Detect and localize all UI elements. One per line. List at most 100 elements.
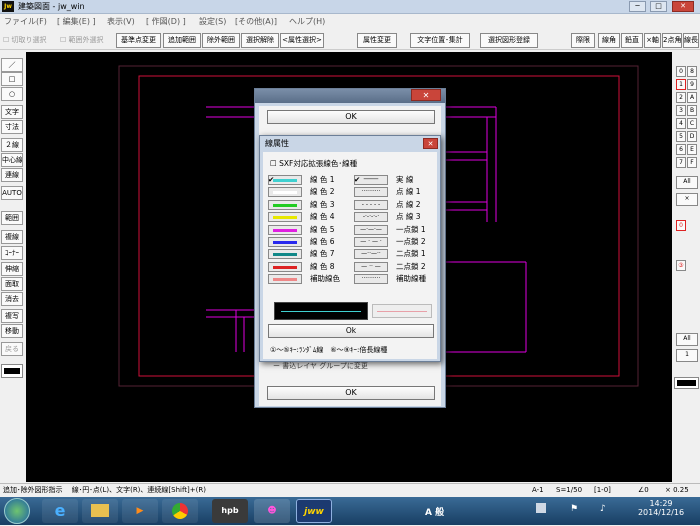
menu-edit[interactable]: [ 編集(E) ] <box>57 15 96 29</box>
tool-stretch[interactable]: 伸縮 <box>1 262 23 276</box>
layer-group-d[interactable]: D <box>687 131 697 142</box>
color-indicator[interactable] <box>674 377 699 389</box>
layer-group-7[interactable]: 7 <box>676 157 686 168</box>
line-color-option[interactable]: 線 色 6 <box>268 236 348 248</box>
tool-continuous-line[interactable]: 連線 <box>1 168 23 182</box>
line-color-option[interactable]: 線 色 8 <box>268 261 348 273</box>
layer-group-6[interactable]: 6 <box>676 144 686 155</box>
layer-group-5[interactable]: 5 <box>676 131 686 142</box>
layer-0[interactable]: 0 <box>676 220 686 231</box>
sxf-checkbox[interactable]: ☐ SXF対応拡張線色･線種 <box>270 158 357 170</box>
outer-ok-bottom-button[interactable]: OK <box>267 386 435 400</box>
checkbox-outside-select[interactable]: ☐ 範囲外選択 <box>60 30 104 50</box>
network-icon[interactable]: ⚑ <box>570 504 578 514</box>
tool-corner[interactable]: ｺｰﾅｰ <box>1 246 23 260</box>
start-button[interactable] <box>4 498 30 524</box>
tool-center-line[interactable]: 中心線 <box>1 153 23 167</box>
change-base-point-button[interactable]: 基準点変更 <box>116 33 161 48</box>
hpb-icon[interactable]: hpb <box>212 499 248 523</box>
maximize-button[interactable]: □ <box>650 1 667 12</box>
outer-dialog-close-button[interactable]: ✕ <box>411 89 441 101</box>
line-type-option[interactable]: —·—·— 一点鎖 1 <box>354 224 436 236</box>
layer-group-c[interactable]: C <box>687 118 697 129</box>
tool-two-point-angle[interactable]: 2点角 <box>662 33 682 48</box>
clock[interactable]: 14:29 2014/12/16 <box>636 499 686 517</box>
exclude-range-button[interactable]: 除外範囲 <box>202 33 240 48</box>
tool-range[interactable]: 範囲 <box>1 211 23 225</box>
tool-line-length[interactable]: 線長 <box>683 33 699 48</box>
text-position-button[interactable]: 文字位置･集計 <box>410 33 470 48</box>
status-paper[interactable]: A-1 <box>532 484 544 497</box>
tool-dimension[interactable]: 寸法 <box>1 120 23 134</box>
explorer-icon[interactable] <box>82 499 118 523</box>
menu-settings[interactable]: 設定(S) <box>199 15 226 29</box>
layer-group-f[interactable]: F <box>687 157 697 168</box>
close-button[interactable]: ✕ <box>672 1 694 12</box>
layer-all-button[interactable]: All <box>676 333 698 346</box>
line-color-option[interactable]: 補助線色 <box>268 273 348 285</box>
tool-line-angle[interactable]: 線角 <box>598 33 620 48</box>
menu-file[interactable]: ファイル(F) <box>4 15 47 29</box>
line-color-option[interactable]: 線 色 3 <box>268 199 348 211</box>
tool-text[interactable]: 文字 <box>1 105 23 119</box>
tool-undo[interactable]: 戻る <box>1 342 23 356</box>
layer-group-e[interactable]: E <box>687 144 697 155</box>
menu-view[interactable]: 表示(V) <box>107 15 135 29</box>
add-range-button[interactable]: 追加範囲 <box>163 33 201 48</box>
layer-group-8[interactable]: 8 <box>687 66 697 77</box>
dialog-ok-button[interactable]: Ok <box>268 324 434 338</box>
game-icon[interactable]: ☻ <box>254 499 290 523</box>
status-layer[interactable]: [1-0] <box>594 484 611 497</box>
layer-one-button[interactable]: 1 <box>676 349 698 362</box>
layer-group-0[interactable]: 0 <box>676 66 686 77</box>
line-color-option[interactable]: 線 色 4 <box>268 211 348 223</box>
line-type-option[interactable]: ·········· 点 線 1 <box>354 186 436 198</box>
tool-copy[interactable]: 複写 <box>1 309 23 323</box>
jww-icon[interactable]: jww <box>296 499 332 523</box>
line-color-option[interactable]: 線 色 2 <box>268 186 348 198</box>
line-style-indicator[interactable] <box>1 364 23 378</box>
tray-icon[interactable] <box>536 503 546 513</box>
ie-icon[interactable]: e <box>42 499 78 523</box>
line-type-option[interactable]: — ·· — 二点鎖 2 <box>354 261 436 273</box>
line-type-option[interactable]: — · — · 一点鎖 2 <box>354 236 436 248</box>
status-angle[interactable]: ∠0 <box>638 484 649 497</box>
attribute-change-button[interactable]: 属性変更 <box>357 33 397 48</box>
ime-indicator[interactable]: A 般 <box>425 505 444 518</box>
layer-group-1[interactable]: 1 <box>676 79 686 90</box>
layer-group-a[interactable]: A <box>687 92 697 103</box>
chrome-icon[interactable] <box>162 499 198 523</box>
checkbox-cut-select[interactable]: ☐ 切取り選択 <box>3 30 47 50</box>
tool-vertical[interactable]: 鉛直 <box>621 33 643 48</box>
status-scale[interactable]: S=1/50 <box>556 484 582 497</box>
tool-erase[interactable]: 消去 <box>1 292 23 306</box>
tool-move[interactable]: 移動 <box>1 324 23 338</box>
menu-other[interactable]: [その他(A)] <box>235 15 277 29</box>
layer-group-b[interactable]: B <box>687 105 697 116</box>
line-type-option[interactable]: -·-·-·-· 点 線 3 <box>354 211 436 223</box>
tool-line[interactable]: ／ <box>1 58 23 72</box>
tool-circle[interactable]: ○ <box>1 87 23 101</box>
tool-limit[interactable]: 際限 <box>571 33 595 48</box>
layer-group-9[interactable]: 9 <box>687 79 697 90</box>
volume-icon[interactable]: ♪ <box>600 504 606 514</box>
minimize-button[interactable]: ─ <box>629 1 646 12</box>
line-type-option[interactable]: ·········· 補助線種 <box>354 273 436 285</box>
tool-double-line[interactable]: ２線 <box>1 138 23 152</box>
tool-auto[interactable]: AUTO <box>1 186 23 200</box>
line-type-option[interactable]: —··—·· 二点鎖 1 <box>354 248 436 260</box>
line-type-option[interactable]: - - - - - 点 線 2 <box>354 199 436 211</box>
layer-group-cross-button[interactable]: × <box>676 193 698 206</box>
line-color-option[interactable]: 線 色 5 <box>268 224 348 236</box>
line-color-option[interactable]: ✔ 線 色 1 <box>268 174 348 186</box>
layer-group-2[interactable]: 2 <box>676 92 686 103</box>
outer-ok-top-button[interactable]: OK <box>267 110 435 124</box>
layer-group-3[interactable]: 3 <box>676 105 686 116</box>
register-selection-button[interactable]: 選択図形登録 <box>480 33 538 48</box>
status-zoom[interactable]: × 0.25 <box>665 484 689 497</box>
tool-x-axis[interactable]: ×軸 <box>644 33 661 48</box>
tool-chamfer[interactable]: 面取 <box>1 277 23 291</box>
clear-selection-button[interactable]: 選択解除 <box>241 33 279 48</box>
layer-group-all-button[interactable]: All <box>676 176 698 189</box>
menu-draw[interactable]: [ 作図(D) ] <box>146 15 186 29</box>
